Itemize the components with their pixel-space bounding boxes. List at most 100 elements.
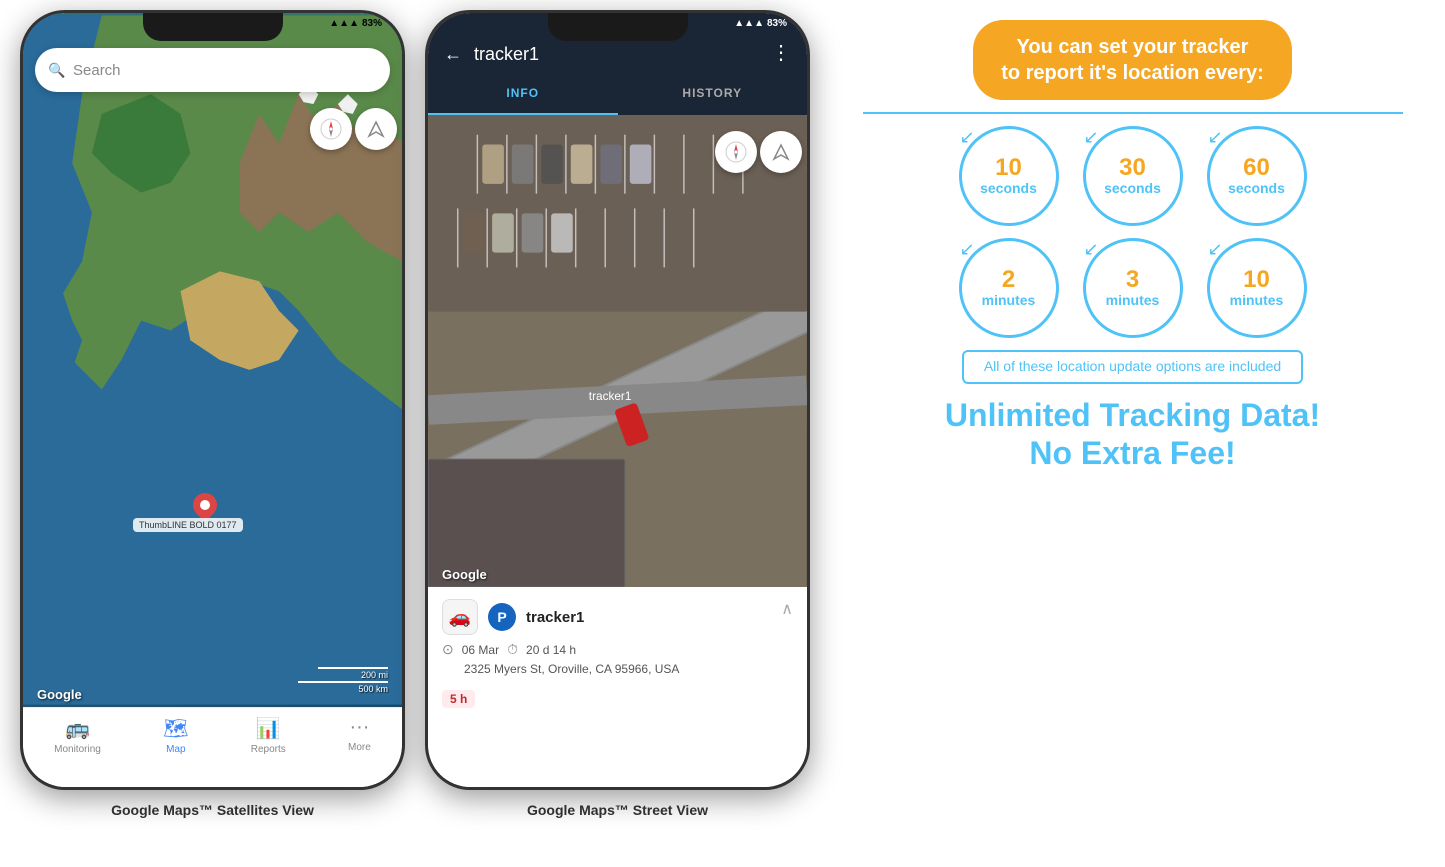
phone1-compass[interactable]: [310, 108, 352, 150]
nav-monitoring[interactable]: 🚌 Monitoring: [54, 716, 101, 755]
phone1-wrapper: ThumbLINE BOLD 0177 ▲▲▲ 83% 🔍 Search: [20, 10, 405, 818]
phone2-title: tracker1: [474, 44, 759, 65]
expand-arrow[interactable]: ∧: [781, 599, 793, 619]
phone1-nav-button[interactable]: [355, 108, 397, 150]
nav-more[interactable]: ··· More: [348, 716, 371, 753]
search-icon: 🔍: [49, 62, 65, 78]
info-panel-header: 🚗 P tracker1: [442, 599, 793, 635]
nav-reports[interactable]: 📊 Reports: [251, 716, 286, 755]
interval-2min-number: 2: [1002, 268, 1015, 292]
phone1-signal: ▲▲▲: [329, 18, 359, 29]
interval-2min: ↙ 2 minutes: [959, 238, 1059, 338]
phone2-back-button[interactable]: ←: [444, 44, 462, 65]
phone1-status-right: ▲▲▲ 83%: [329, 18, 382, 29]
time-badge: 5 h: [442, 690, 475, 708]
interval-3min-number: 3: [1126, 268, 1139, 292]
info-section: You can set your tracker to report it's …: [840, 10, 1425, 483]
interval-10min-unit: minutes: [1230, 292, 1284, 308]
phone1-status-bar: ▲▲▲ 83%: [23, 18, 402, 29]
unlimited-line1: Unlimited Tracking Data!: [945, 396, 1320, 434]
nav-map[interactable]: 🗺 Map: [163, 716, 188, 755]
arrow-10sec: ↙: [960, 127, 975, 148]
interval-60sec: ↙ 60 seconds: [1207, 126, 1307, 226]
arrow-2min: ↙: [960, 239, 975, 260]
unlimited-container: Unlimited Tracking Data! No Extra Fee!: [945, 396, 1320, 473]
info-address: 2325 Myers St, Oroville, CA 95966, USA: [464, 662, 793, 676]
more-icon: ···: [349, 716, 369, 739]
divider-top: [863, 112, 1403, 114]
phone2-nav-button[interactable]: [760, 131, 802, 173]
interval-10sec-number: 10: [995, 156, 1022, 180]
nav-more-label: More: [348, 742, 371, 753]
phone1-google-watermark: Google: [37, 687, 82, 702]
arrow-60sec: ↙: [1208, 127, 1223, 148]
phone1-search-bar[interactable]: 🔍 Search: [35, 48, 390, 92]
phone2-status-bar: ▲▲▲ 83%: [428, 18, 807, 29]
nav-reports-label: Reports: [251, 744, 286, 755]
included-text: All of these location update options are…: [984, 358, 1281, 374]
interval-3min: ↙ 3 minutes: [1083, 238, 1183, 338]
phone2-status-right: ▲▲▲ 83%: [734, 18, 787, 29]
scale-label-1: 200 mi: [361, 670, 388, 680]
scale-label-2: 500 km: [358, 684, 388, 694]
intervals-row2: ↙ 2 minutes ↙ 3 minutes ↙ 10 minutes: [959, 238, 1307, 338]
phone2-battery: 83%: [767, 18, 787, 29]
phone2-signal: ▲▲▲: [734, 18, 764, 29]
info-duration: 20 d 14 h: [526, 643, 576, 657]
phone2-caption: Google Maps™ Street View: [527, 802, 708, 818]
interval-60sec-unit: seconds: [1228, 180, 1285, 196]
included-box: All of these location update options are…: [962, 350, 1303, 384]
map-icon: 🗺: [163, 716, 188, 741]
interval-10min-number: 10: [1243, 268, 1270, 292]
nav-map-label: Map: [166, 744, 185, 755]
interval-2min-unit: minutes: [982, 292, 1036, 308]
phone2-wrapper: tracker1 ▲▲▲ 83% ← tracker1: [425, 10, 810, 818]
device-label-1: ThumbLINE BOLD 0177: [133, 518, 243, 532]
phone2-info-panel: ∧ 🚗 P tracker1 ⊙ 06 Mar ⏱ 20 d 14 h 2: [428, 587, 807, 787]
phone2-menu-button[interactable]: ⋮: [771, 40, 791, 65]
interval-10sec: ↙ 10 seconds: [959, 126, 1059, 226]
search-text: Search: [73, 62, 121, 79]
phone2-screen: tracker1 ▲▲▲ 83% ← tracker1: [428, 13, 807, 787]
intervals-row1: ↙ 10 seconds ↙ 30 seconds ↙ 60 seconds: [959, 126, 1307, 226]
arrow-3min: ↙: [1084, 239, 1099, 260]
phone1-caption: Google Maps™ Satellites View: [111, 802, 314, 818]
arrow-10min: ↙: [1208, 239, 1223, 260]
phone1-bottom-bar: 🚌 Monitoring 🗺 Map 📊 Reports ···: [23, 707, 402, 787]
interval-3min-unit: minutes: [1106, 292, 1160, 308]
phone1-screen: ThumbLINE BOLD 0177 ▲▲▲ 83% 🔍 Search: [23, 13, 402, 787]
reports-icon: 📊: [256, 716, 281, 741]
interval-10min: ↙ 10 minutes: [1207, 238, 1307, 338]
interval-30sec-number: 30: [1119, 156, 1146, 180]
timer-icon: ⏱: [507, 641, 518, 658]
info-date: 06 Mar: [462, 643, 499, 657]
info-tracker-name: tracker1: [526, 609, 584, 626]
phone2-google-watermark: Google: [442, 567, 487, 582]
interval-30sec-unit: seconds: [1104, 180, 1161, 196]
parking-badge: P: [488, 603, 516, 631]
main-container: ThumbLINE BOLD 0177 ▲▲▲ 83% 🔍 Search: [20, 10, 1425, 818]
interval-10sec-unit: seconds: [980, 180, 1037, 196]
svg-text:tracker1: tracker1: [589, 389, 632, 403]
phone2-tabs: INFO HISTORY: [428, 73, 807, 115]
unlimited-line2: No Extra Fee!: [945, 434, 1320, 472]
phone1-scale-bar: 200 mi 500 km: [298, 667, 388, 694]
phone2-tab-info[interactable]: INFO: [428, 73, 618, 115]
info-date-row: ⊙ 06 Mar ⏱ 20 d 14 h: [442, 641, 793, 658]
phone1: ThumbLINE BOLD 0177 ▲▲▲ 83% 🔍 Search: [20, 10, 405, 790]
aerial-map: tracker1: [428, 115, 807, 587]
tracker-avatar: 🚗: [442, 599, 478, 635]
arrow-30sec: ↙: [1084, 127, 1099, 148]
phone2: tracker1 ▲▲▲ 83% ← tracker1: [425, 10, 810, 790]
monitoring-icon: 🚌: [65, 716, 90, 741]
phone2-tab-history[interactable]: HISTORY: [618, 73, 808, 115]
phone1-battery: 83%: [362, 18, 382, 29]
phone2-compass[interactable]: [715, 131, 757, 173]
phones-section: ThumbLINE BOLD 0177 ▲▲▲ 83% 🔍 Search: [20, 10, 810, 818]
nav-monitoring-label: Monitoring: [54, 744, 101, 755]
interval-60sec-number: 60: [1243, 156, 1270, 180]
headline-text: You can set your tracker to report it's …: [1001, 34, 1264, 86]
interval-30sec: ↙ 30 seconds: [1083, 126, 1183, 226]
clock-icon: ⊙: [442, 641, 454, 658]
headline-badge: You can set your tracker to report it's …: [973, 20, 1292, 100]
